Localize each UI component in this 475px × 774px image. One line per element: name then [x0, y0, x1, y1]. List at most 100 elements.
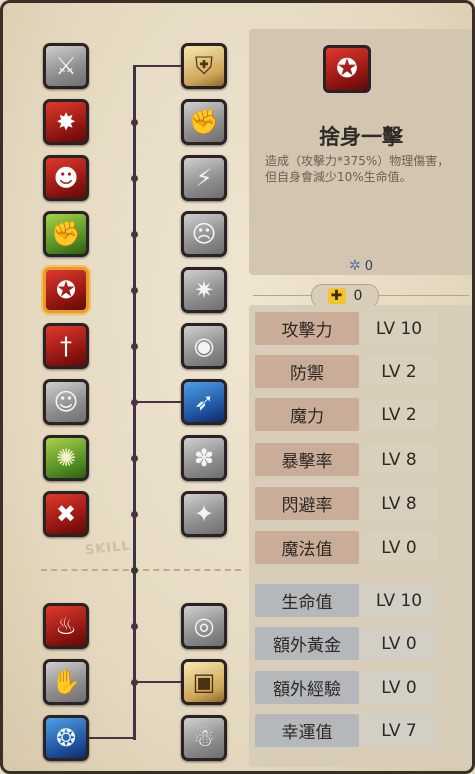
skill-shield[interactable]: ⛨	[181, 43, 227, 89]
skill-potion-cauldron[interactable]: ♨	[43, 603, 89, 649]
stat-name: 防禦	[255, 355, 359, 388]
tree-node	[131, 175, 138, 182]
stat-level: LV 8	[361, 487, 437, 520]
skill-rage-roar[interactable]: ☻	[43, 155, 89, 201]
stat-row-mana[interactable]: 魔法值 LV 0	[255, 531, 437, 564]
skill-slash[interactable]: ⚔	[43, 43, 89, 89]
tree-trunk-lower	[133, 570, 136, 740]
skill-cost: ✲ 0	[249, 257, 472, 275]
stat-row-dodge-rate[interactable]: 閃避率 LV 8	[255, 487, 437, 520]
power-burst-icon: ✸	[55, 108, 77, 136]
reckless-strike-icon: ✪	[55, 276, 77, 304]
cracked-orb-icon: ◉	[193, 332, 215, 360]
rage-roar-icon: ☻	[53, 164, 79, 192]
treasure-chest-icon: ▣	[192, 668, 216, 696]
stat-name: 魔法值	[255, 531, 359, 564]
stat-name: 閃避率	[255, 487, 359, 520]
skill-tier-divider	[41, 569, 241, 571]
gear-icon: ✲	[348, 258, 361, 274]
skill-hand[interactable]: ✋	[43, 659, 89, 705]
tree-connector	[136, 401, 181, 403]
stat-name: 攻擊力	[255, 312, 359, 345]
skill-points-value: 0	[353, 288, 363, 304]
stat-level: LV 2	[361, 398, 437, 431]
skill-punch[interactable]: ✊	[181, 99, 227, 145]
plus-icon: ✚	[327, 288, 346, 304]
ghost-icon: ☃	[193, 724, 215, 752]
skill-sparkle[interactable]: ✦	[181, 491, 227, 537]
stat-level: LV 2	[361, 355, 437, 388]
stat-row-magic[interactable]: 魔力 LV 2	[255, 398, 437, 431]
tree-node	[131, 343, 138, 350]
shadow-icon: ☺	[53, 388, 79, 416]
tree-connector	[89, 737, 134, 739]
skill-whirlwind[interactable]: ✷	[181, 267, 227, 313]
eye-icon: ◎	[193, 612, 215, 640]
skill-crossed-swords[interactable]: ✖	[43, 491, 89, 537]
divider-line	[253, 295, 311, 296]
skill-treasure-chest[interactable]: ▣	[181, 659, 227, 705]
crossed-swords-icon: ✖	[55, 500, 77, 528]
skill-dagger[interactable]: †	[43, 323, 89, 369]
spirit-icon: ❂	[55, 724, 77, 752]
stat-name: 暴擊率	[255, 443, 359, 476]
skill-detail-title: 捨身一擊	[319, 125, 403, 149]
tree-connector	[136, 65, 181, 67]
whirlwind-icon: ✷	[193, 276, 215, 304]
skill-spirit[interactable]: ❂	[43, 715, 89, 761]
stat-level: LV 10	[361, 584, 437, 617]
skill-nature-aura[interactable]: ✺	[43, 435, 89, 481]
stat-name: 生命值	[255, 584, 359, 617]
stat-row-defense[interactable]: 防禦 LV 2	[255, 355, 437, 388]
hand-icon: ✋	[51, 668, 81, 696]
skill-eye[interactable]: ◎	[181, 603, 227, 649]
skill-blade-dash[interactable]: ➶	[181, 379, 227, 425]
tree-node	[131, 287, 138, 294]
sparkle-icon: ✦	[193, 500, 215, 528]
stat-name: 額外經驗	[255, 671, 359, 704]
stat-level: LV 0	[361, 627, 437, 660]
stat-level: LV 7	[361, 714, 437, 747]
skill-lightning[interactable]: ⚡	[181, 155, 227, 201]
skill-cracked-orb[interactable]: ◉	[181, 323, 227, 369]
tree-node	[131, 511, 138, 518]
tree-junction-node	[131, 567, 138, 574]
skill-watermark-label: SKILL	[84, 538, 132, 559]
skill-shadow[interactable]: ☺	[43, 379, 89, 425]
spin-icon: ✽	[193, 444, 215, 472]
potion-cauldron-icon: ♨	[55, 612, 77, 640]
shield-icon: ⛨	[195, 52, 213, 80]
stat-row-luck[interactable]: 幸運值 LV 7	[255, 714, 437, 747]
stat-row-attack[interactable]: 攻擊力 LV 10	[255, 312, 437, 345]
tree-node	[131, 679, 138, 686]
divider-line	[377, 295, 469, 296]
stat-name: 額外黃金	[255, 627, 359, 660]
blade-dash-icon: ➶	[193, 388, 215, 416]
muscle-icon: ✊	[51, 220, 81, 248]
skill-muscle[interactable]: ✊	[43, 211, 89, 257]
skill-reckless-strike[interactable]: ✪	[43, 267, 89, 313]
stat-level: LV 0	[361, 671, 437, 704]
skill-spin[interactable]: ✽	[181, 435, 227, 481]
stat-row-crit-rate[interactable]: 暴擊率 LV 8	[255, 443, 437, 476]
tree-node	[131, 623, 138, 630]
nature-aura-icon: ✺	[55, 444, 77, 472]
slash-icon: ⚔	[55, 52, 77, 80]
stat-level: LV 10	[361, 312, 437, 345]
war-cry-icon: ☹	[191, 220, 217, 248]
skill-cost-value: 0	[364, 258, 373, 274]
tree-connector	[136, 681, 181, 683]
tree-node	[131, 231, 138, 238]
skill-power-burst[interactable]: ✸	[43, 99, 89, 145]
skill-detail-description: 造成（攻擊力*375%）物理傷害，但自身會減少10%生命值。	[265, 154, 450, 184]
stat-row-bonus-gold[interactable]: 額外黃金 LV 0	[255, 627, 437, 660]
stat-row-health[interactable]: 生命值 LV 10	[255, 584, 437, 617]
tree-node	[131, 455, 138, 462]
stat-row-bonus-exp[interactable]: 額外經驗 LV 0	[255, 671, 437, 704]
skill-war-cry[interactable]: ☹	[181, 211, 227, 257]
skill-screen: SKILL ⚔ ✸ ☻ ✊ ✪ † ☺ ✺ ✖ ♨ ✋ ❂ ⛨ ✊ ⚡ ☹ ✷ …	[0, 0, 475, 774]
tree-node	[131, 119, 138, 126]
tree-node	[131, 399, 138, 406]
skill-ghost[interactable]: ☃	[181, 715, 227, 761]
reckless-strike-icon: ✪	[323, 45, 371, 93]
